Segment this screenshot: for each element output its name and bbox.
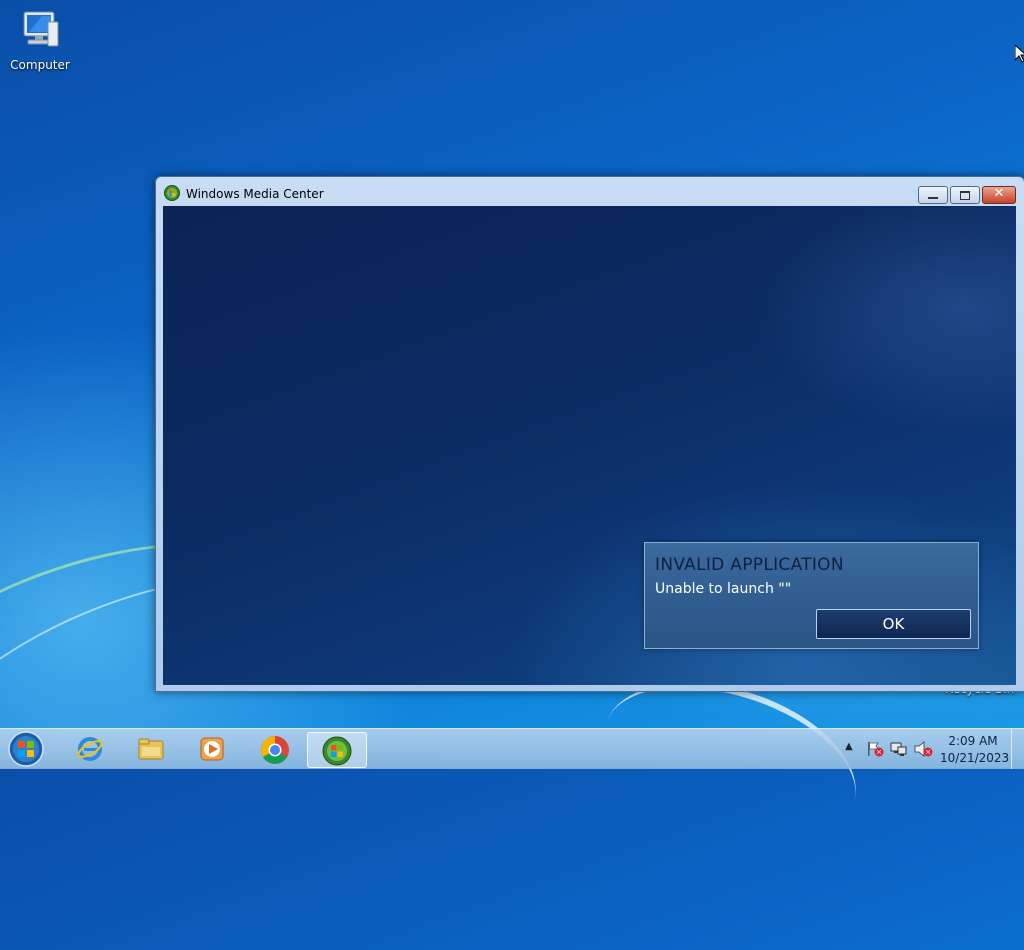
mouse-cursor-icon — [1014, 43, 1024, 67]
computer-icon — [18, 8, 62, 52]
window-titlebar[interactable]: Windows Media Center ✕ — [156, 177, 1024, 207]
window-title: Windows Media Center — [186, 187, 324, 201]
minimize-button[interactable] — [918, 186, 948, 204]
maximize-button[interactable] — [950, 186, 980, 204]
taskbar: ▲ ✕ ✕ 2:09 AM 10/21/2023 — [0, 728, 1024, 769]
windows-start-icon — [8, 731, 44, 767]
volume-muted-icon[interactable]: ✕ — [914, 741, 934, 761]
taskbar-app-media-player[interactable] — [184, 732, 240, 766]
svg-text:✕: ✕ — [925, 749, 931, 757]
maximize-icon — [960, 191, 970, 200]
dialog-message: Unable to launch "" — [655, 581, 792, 597]
taskbar-app-media-center[interactable] — [307, 732, 367, 768]
svg-text:✕: ✕ — [876, 749, 882, 757]
close-button[interactable]: ✕ — [982, 186, 1016, 204]
desktop-icon-label: Computer — [10, 58, 70, 72]
close-icon: ✕ — [993, 186, 1005, 201]
media-center-icon — [322, 736, 352, 766]
start-button[interactable] — [6, 731, 46, 767]
desktop-icon-computer[interactable]: Computer — [6, 8, 74, 72]
media-player-icon — [200, 737, 224, 761]
show-hidden-icons-arrow[interactable]: ▲ — [845, 741, 853, 752]
ok-button[interactable]: OK — [816, 609, 971, 639]
media-center-icon — [164, 185, 180, 205]
dialog-title: INVALID APPLICATION — [655, 555, 844, 575]
minimize-icon — [928, 197, 938, 199]
taskbar-app-internet-explorer[interactable] — [62, 732, 118, 766]
network-icon[interactable] — [890, 741, 908, 761]
internet-explorer-icon — [77, 737, 103, 761]
error-dialog: INVALID APPLICATION Unable to launch "" … — [644, 542, 979, 649]
clock-time: 2:09 AM — [948, 734, 998, 748]
media-center-content: INVALID APPLICATION Unable to launch "" … — [163, 206, 1016, 685]
taskbar-app-chrome[interactable] — [246, 732, 302, 766]
clock-date: 10/21/2023 — [940, 751, 1010, 765]
media-center-window[interactable]: Windows Media Center ✕ INVALID APPLICATI… — [155, 176, 1024, 692]
folder-icon — [138, 738, 164, 760]
chrome-icon — [261, 736, 289, 764]
action-center-flag-icon[interactable]: ✕ — [866, 741, 884, 761]
taskbar-app-windows-explorer[interactable] — [123, 732, 179, 766]
system-clock[interactable]: 2:09 AM 10/21/2023 — [940, 733, 1010, 767]
show-desktop-button[interactable] — [1011, 729, 1024, 769]
